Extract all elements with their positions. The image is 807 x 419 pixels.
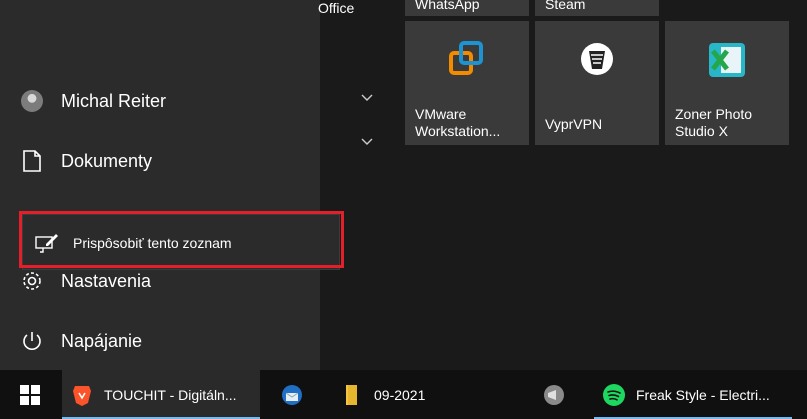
app-list bbox=[320, 0, 405, 370]
tile-label: WhatsApp bbox=[415, 0, 480, 12]
tile-whatsapp[interactable]: WhatsApp bbox=[405, 0, 529, 16]
taskbar-app-label: Freak Style - Electri... bbox=[636, 386, 770, 403]
power-label: Napájanie bbox=[61, 330, 143, 351]
start-menu-rail: Michal Reiter Dokumenty Nastavenia Napáj… bbox=[0, 0, 320, 370]
taskbar-app-label: TOUCHIT - Digitáln... bbox=[104, 386, 237, 403]
settings-label: Nastavenia bbox=[61, 270, 152, 291]
taskbar-app-label: 09-2021 bbox=[374, 386, 426, 403]
brave-icon bbox=[73, 385, 91, 406]
power-icon bbox=[20, 329, 44, 353]
thunderbird-icon bbox=[282, 384, 302, 405]
tile-label: Zoner Photo Studio X bbox=[675, 106, 753, 139]
taskbar-app-vpn-client[interactable] bbox=[534, 370, 584, 419]
vpn-client-icon bbox=[544, 384, 564, 405]
tile-zoner[interactable]: Zoner Photo Studio X bbox=[665, 21, 789, 145]
taskbar-app-spotify[interactable]: Freak Style - Electri... bbox=[594, 370, 792, 419]
chevron-down-icon[interactable] bbox=[360, 90, 374, 104]
zoner-icon bbox=[709, 43, 745, 77]
tile-vyprvpn[interactable]: VyprVPN bbox=[535, 21, 659, 145]
power-item[interactable]: Napájanie bbox=[0, 312, 320, 370]
taskbar: TOUCHIT - Digitáln... 09-2021 Freak Styl… bbox=[0, 370, 807, 419]
user-name: Michal Reiter bbox=[61, 90, 167, 111]
windows-logo-icon bbox=[20, 384, 40, 405]
tile-label: Steam bbox=[545, 0, 586, 12]
vmware-icon bbox=[449, 41, 483, 75]
tile-label: VyprVPN bbox=[545, 116, 603, 132]
gear-icon bbox=[20, 269, 44, 293]
taskbar-app-brave[interactable]: TOUCHIT - Digitáln... bbox=[62, 370, 260, 419]
folder-icon bbox=[346, 384, 357, 405]
chevron-down-icon[interactable] bbox=[360, 134, 374, 148]
tile-vmware[interactable]: VMware Workstation... bbox=[405, 21, 529, 145]
tile-label: VMware Workstation... bbox=[415, 106, 501, 139]
document-icon bbox=[20, 149, 44, 173]
documents-item[interactable]: Dokumenty bbox=[0, 132, 320, 190]
user-account-item[interactable]: Michal Reiter bbox=[0, 72, 320, 130]
spotify-icon bbox=[603, 383, 625, 406]
app-list-partial-label: Office bbox=[318, 0, 355, 16]
taskbar-app-explorer[interactable]: 09-2021 bbox=[332, 370, 442, 419]
user-avatar bbox=[20, 89, 44, 113]
tile-steam[interactable]: Steam bbox=[535, 0, 659, 16]
vyprvpn-icon bbox=[581, 43, 613, 75]
highlight-frame bbox=[19, 211, 344, 268]
documents-label: Dokumenty bbox=[61, 150, 153, 171]
start-button[interactable] bbox=[0, 370, 60, 419]
taskbar-app-thunderbird[interactable] bbox=[272, 370, 316, 419]
